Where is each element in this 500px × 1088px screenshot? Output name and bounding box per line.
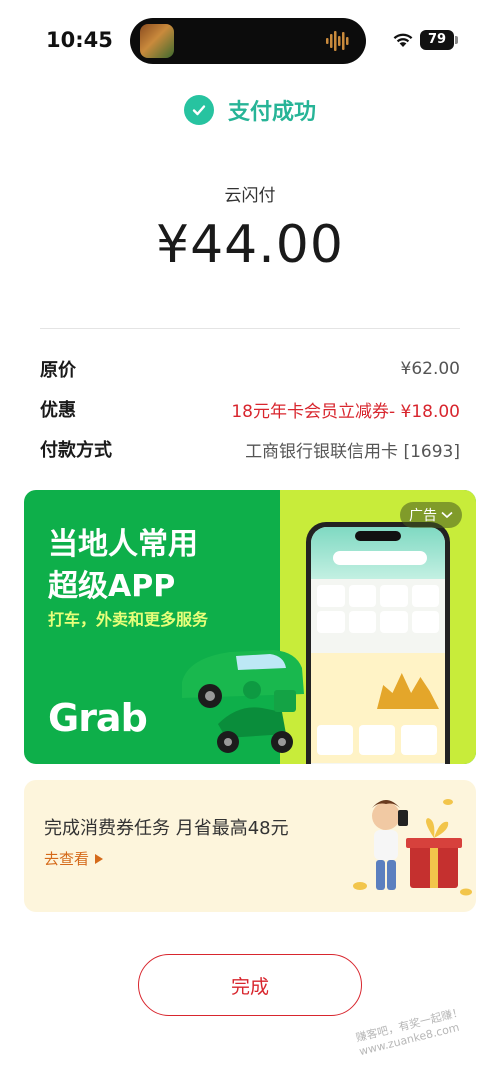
merchant-name: 云闪付 xyxy=(224,186,276,206)
grab-logo: Grab xyxy=(48,696,148,740)
phone-promo-panel xyxy=(311,653,445,763)
gift-character-illustration xyxy=(353,799,472,896)
play-triangle-icon xyxy=(95,853,104,864)
detail-row-payment-method: 付款方式 工商银行银联信用卡 [1693] xyxy=(40,435,460,463)
check-circle-icon xyxy=(183,95,214,125)
phone-service-cell xyxy=(317,585,345,607)
phone-service-cell xyxy=(348,585,376,607)
coupon-link-label: 去查看 xyxy=(44,850,90,868)
phone-service-cell xyxy=(317,611,345,633)
phone-screen xyxy=(311,527,445,764)
coupon-task-card[interactable]: 完成消费券任务 月省最高48元 去查看 xyxy=(24,780,476,912)
phone-service-grid xyxy=(311,579,445,639)
banner-title-line2: 超级APP xyxy=(48,569,176,604)
phone-app-header xyxy=(311,527,445,579)
divider xyxy=(40,328,460,329)
status-time: 10:45 xyxy=(46,28,113,52)
ad-tag-button[interactable]: 广告 xyxy=(400,502,462,528)
status-bar: 10:45 79 xyxy=(0,0,500,80)
phone-service-cell xyxy=(411,585,439,607)
done-button[interactable]: 完成 xyxy=(138,954,362,1016)
chevron-down-icon xyxy=(441,511,453,519)
discount-label: 优惠 xyxy=(40,400,76,421)
ad-tag-label: 广告 xyxy=(409,508,437,524)
phone-promo-chip xyxy=(359,725,395,755)
banner-title: 当地人常用 超级APP xyxy=(48,524,198,608)
battery-cap xyxy=(455,36,458,44)
now-playing-artwork xyxy=(140,24,174,58)
original-price-label: 原价 xyxy=(40,360,76,381)
phone-service-cell xyxy=(411,611,439,633)
phone-notch xyxy=(355,531,401,541)
detail-row-original-price: 原价 ¥62.00 xyxy=(40,355,460,383)
payment-status: 支付成功 xyxy=(0,94,500,130)
audio-waveform-icon xyxy=(326,31,349,51)
dynamic-island[interactable] xyxy=(130,18,366,64)
payment-method-value: 工商银行银联信用卡 [1693] xyxy=(245,441,460,462)
battery-icon: 79 xyxy=(420,30,454,50)
banner-title-line1: 当地人常用 xyxy=(48,527,198,562)
phone-promo-chip xyxy=(317,725,353,755)
payment-amount: ¥44.00 xyxy=(156,215,344,275)
payment-method-label: 付款方式 xyxy=(40,440,112,461)
original-price-value: ¥62.00 xyxy=(400,359,460,379)
phone-mockup xyxy=(306,522,450,764)
watermark-text: 赚客吧，有奖一起赚！www.zuanke8.com xyxy=(354,1005,465,1059)
car-scooter-illustration xyxy=(182,650,304,753)
wifi-icon xyxy=(393,33,413,47)
phone-promo-chip xyxy=(401,725,437,755)
discount-value: 18元年卡会员立减券- ¥18.00 xyxy=(231,401,460,422)
detail-row-discount: 优惠 18元年卡会员立减券- ¥18.00 xyxy=(40,395,460,423)
phone-service-cell xyxy=(348,611,376,633)
status-text: 支付成功 xyxy=(227,100,316,125)
phone-search-bar xyxy=(333,551,427,565)
banner-subtitle: 打车，外卖和更多服务 xyxy=(48,610,209,629)
phone-service-cell xyxy=(380,585,408,607)
coupon-view-link[interactable]: 去查看 xyxy=(44,848,104,869)
coupon-title: 完成消费券任务 月省最高48元 xyxy=(44,818,289,839)
phone-service-cell xyxy=(380,611,408,633)
temple-illustration xyxy=(377,673,439,709)
